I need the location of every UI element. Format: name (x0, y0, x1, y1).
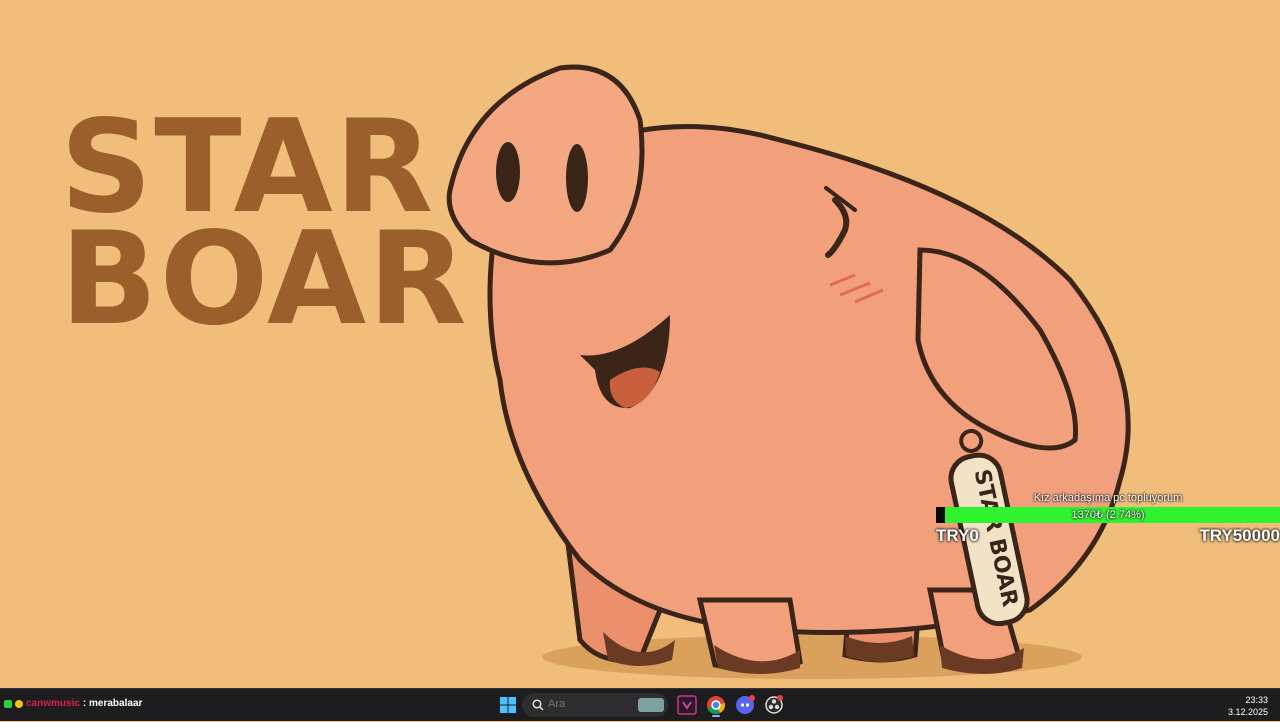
clock-date: 3.12.2025 (1227, 707, 1268, 717)
goal-progress-bar: 1370₺ (2.74%) (936, 507, 1280, 523)
pig-snout (446, 64, 645, 266)
chat-message: : merabalaar (82, 698, 143, 709)
search-icon (532, 699, 544, 711)
chat-username: canwmusic (26, 698, 80, 709)
obs-icon[interactable] (762, 693, 786, 717)
goal-title: Kız arkadaşıma pc topluyorum (1033, 492, 1183, 504)
nostril-left (496, 142, 520, 202)
windows-start-icon[interactable] (496, 693, 520, 717)
taskbar-search-box[interactable] (522, 693, 668, 717)
vscode-icon[interactable] (675, 693, 699, 717)
desktop-wallpaper: STAR BOAR STAR BOAR (0, 0, 1280, 688)
nostril-right (566, 144, 588, 212)
chat-overlay: canwmusic : merabalaar (4, 698, 142, 709)
clock-time: 23:33 (1245, 695, 1268, 705)
goal-max-label: TRY50000 (1199, 526, 1280, 545)
system-clock[interactable]: 23:33 3.12.2025 (1228, 694, 1268, 718)
taskbar: canwmusic : merabalaar Ara 23:33 3.12.20… (0, 688, 1280, 721)
search-input[interactable] (548, 698, 628, 710)
moderator-badge-icon (4, 699, 12, 708)
discord-icon[interactable] (733, 693, 757, 717)
goal-min-label: TRY0 (936, 526, 979, 545)
search-highlight-image (638, 698, 664, 712)
donation-goal-widget: Kız arkadaşıma pc topluyorum 1370₺ (2.74… (936, 490, 1280, 550)
subscriber-badge-icon (15, 699, 23, 708)
pig-illustration: STAR BOAR (446, 64, 1131, 679)
goal-progress-text: 1370₺ (2.74%) (1071, 509, 1145, 521)
chrome-icon[interactable] (704, 693, 728, 717)
